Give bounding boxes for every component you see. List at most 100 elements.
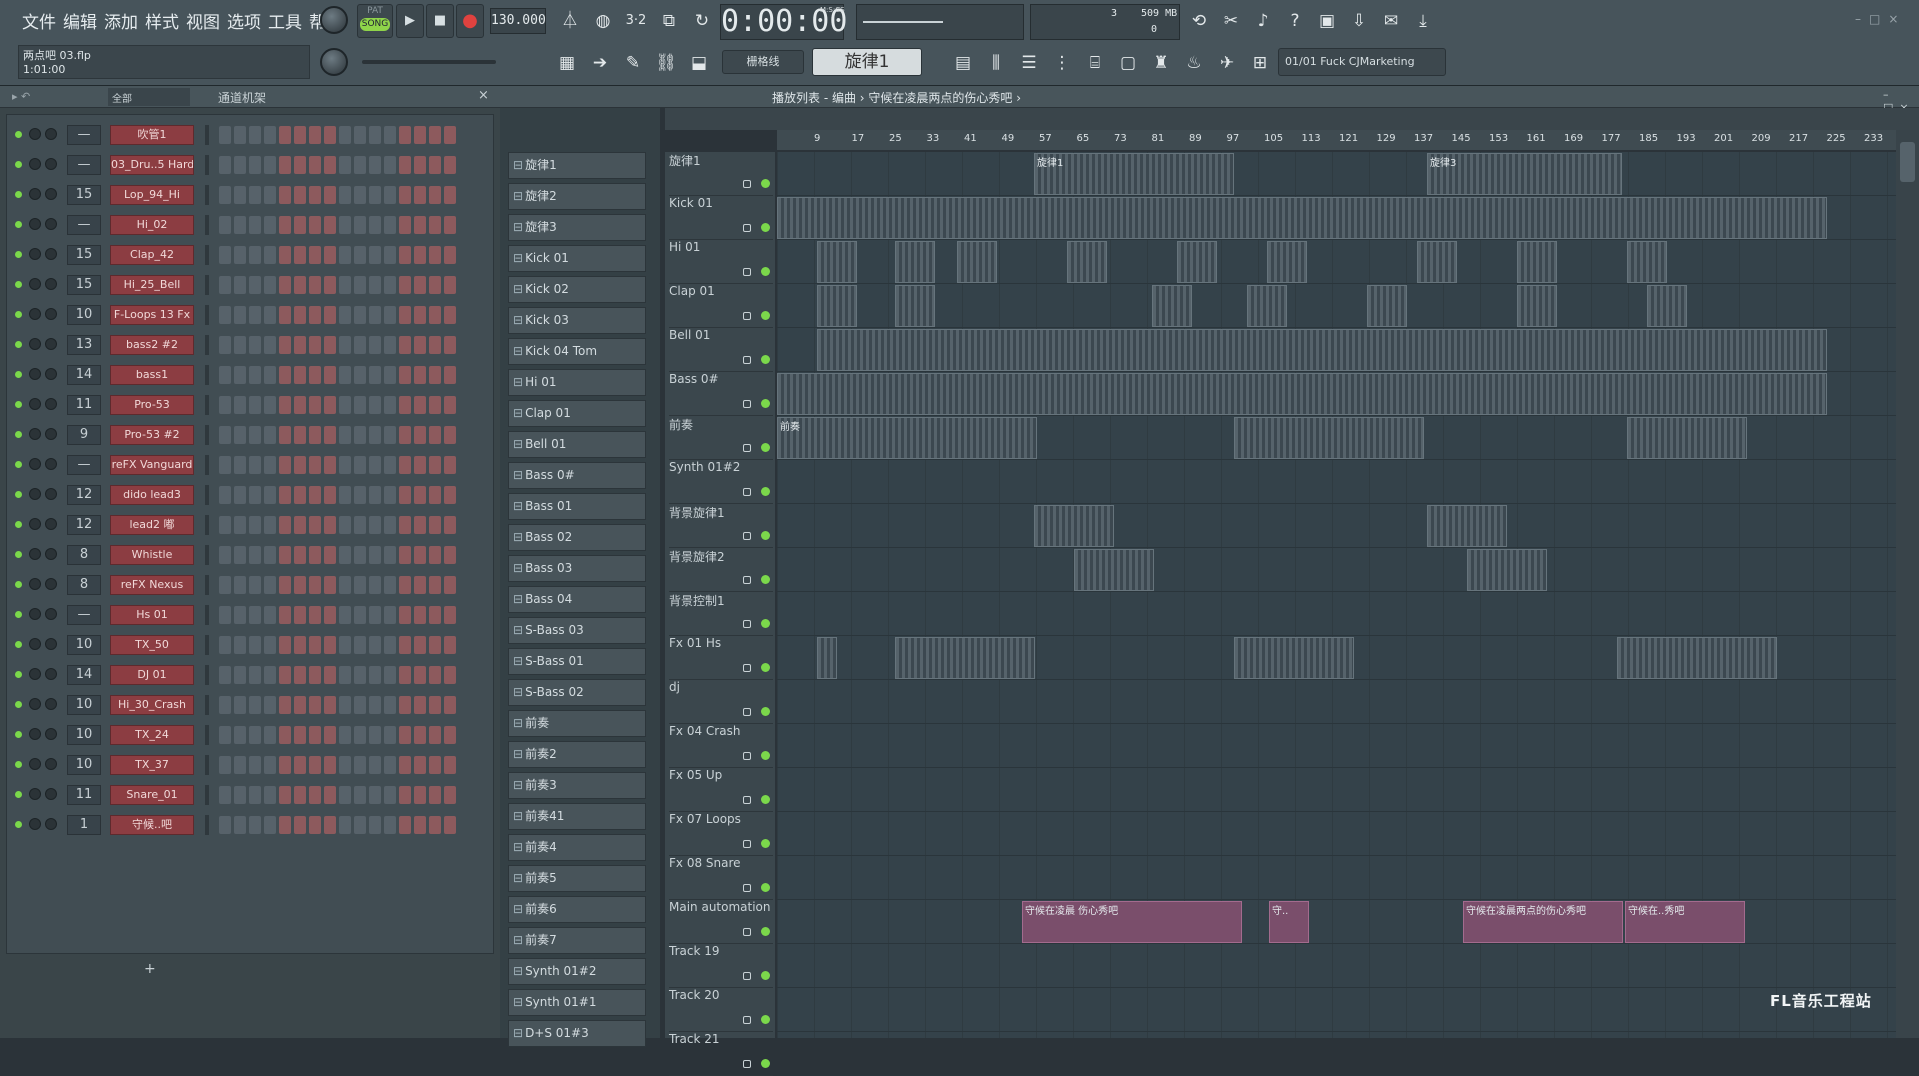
- step-button[interactable]: [264, 726, 276, 744]
- step-button[interactable]: [444, 126, 456, 144]
- step-button[interactable]: [234, 516, 246, 534]
- step-button[interactable]: [264, 276, 276, 294]
- mixer-track-number[interactable]: 8: [67, 545, 101, 565]
- lock-icon[interactable]: [743, 664, 751, 672]
- pattern-clip[interactable]: [777, 197, 1827, 239]
- pattern-clip[interactable]: [1267, 241, 1307, 283]
- mixer-track-number[interactable]: 10: [67, 695, 101, 715]
- step-button[interactable]: [414, 636, 426, 654]
- channel-select-bar[interactable]: [205, 155, 209, 175]
- track-enable-led[interactable]: [761, 795, 770, 804]
- step-button[interactable]: [339, 666, 351, 684]
- channel-enable-led[interactable]: [15, 581, 22, 588]
- step-button[interactable]: [444, 456, 456, 474]
- lock-icon[interactable]: [743, 268, 751, 276]
- step-button[interactable]: [324, 636, 336, 654]
- step-button[interactable]: [444, 546, 456, 564]
- pattern-clip[interactable]: [1417, 241, 1457, 283]
- step-button[interactable]: [234, 426, 246, 444]
- channel-volume-knob[interactable]: [45, 368, 57, 380]
- step-button[interactable]: [339, 396, 351, 414]
- step-button[interactable]: [309, 246, 321, 264]
- lock-icon[interactable]: [743, 488, 751, 496]
- channel-pan-knob[interactable]: [29, 218, 41, 230]
- track-lane[interactable]: [777, 768, 1896, 812]
- mixer-track-number[interactable]: —: [67, 125, 101, 145]
- step-button[interactable]: [324, 486, 336, 504]
- step-button[interactable]: [249, 366, 261, 384]
- track-enable-led[interactable]: [761, 355, 770, 364]
- channel-volume-knob[interactable]: [45, 788, 57, 800]
- step-button[interactable]: [444, 246, 456, 264]
- step-button[interactable]: [399, 486, 411, 504]
- step-button[interactable]: [249, 516, 261, 534]
- step-button[interactable]: [339, 186, 351, 204]
- step-button[interactable]: [444, 216, 456, 234]
- step-button[interactable]: [354, 276, 366, 294]
- step-button[interactable]: [339, 306, 351, 324]
- channel-pan-knob[interactable]: [29, 368, 41, 380]
- channel-row[interactable]: 11 Snare_01: [7, 783, 495, 807]
- step-button[interactable]: [339, 486, 351, 504]
- step-button[interactable]: [399, 306, 411, 324]
- channel-pan-knob[interactable]: [29, 188, 41, 200]
- channel-row[interactable]: — 吹管1: [7, 123, 495, 147]
- track-lane[interactable]: [777, 680, 1896, 724]
- step-button[interactable]: [309, 756, 321, 774]
- step-button[interactable]: [279, 696, 291, 714]
- pattern-clip[interactable]: [777, 373, 1827, 415]
- channel-select-bar[interactable]: [205, 785, 209, 805]
- step-button[interactable]: [309, 426, 321, 444]
- channel-row[interactable]: 15 Lop_94_Hi: [7, 183, 495, 207]
- step-button[interactable]: [399, 396, 411, 414]
- step-button[interactable]: [339, 516, 351, 534]
- mixer-track-number[interactable]: 15: [67, 245, 101, 265]
- channel-name-button[interactable]: Hi_25_Bell: [110, 275, 194, 295]
- step-button[interactable]: [234, 726, 246, 744]
- step-button[interactable]: [399, 186, 411, 204]
- step-button[interactable]: [294, 456, 306, 474]
- step-button[interactable]: [324, 516, 336, 534]
- step-button[interactable]: [354, 576, 366, 594]
- step-button[interactable]: [234, 186, 246, 204]
- step-button[interactable]: [399, 726, 411, 744]
- channel-pan-knob[interactable]: [29, 458, 41, 470]
- channel-row[interactable]: 10 TX_37: [7, 753, 495, 777]
- step-button[interactable]: [429, 186, 441, 204]
- step-button[interactable]: [249, 186, 261, 204]
- step-button[interactable]: [234, 396, 246, 414]
- menu-item[interactable]: 选项: [227, 8, 261, 33]
- step-button[interactable]: [399, 276, 411, 294]
- step-button[interactable]: [369, 516, 381, 534]
- step-button[interactable]: [354, 216, 366, 234]
- step-button[interactable]: [369, 156, 381, 174]
- track-enable-led[interactable]: [761, 267, 770, 276]
- channel-volume-knob[interactable]: [45, 548, 57, 560]
- channel-select-bar[interactable]: [205, 125, 209, 145]
- channel-row[interactable]: 15 Hi_25_Bell: [7, 273, 495, 297]
- step-button[interactable]: [294, 426, 306, 444]
- channel-enable-led[interactable]: [15, 311, 22, 318]
- track-header[interactable]: Fx 04 Crash: [669, 724, 773, 768]
- step-button[interactable]: [444, 516, 456, 534]
- step-button[interactable]: [309, 636, 321, 654]
- step-button[interactable]: [444, 366, 456, 384]
- step-button[interactable]: [444, 276, 456, 294]
- step-button[interactable]: [264, 216, 276, 234]
- step-button[interactable]: [309, 696, 321, 714]
- channel-select-bar[interactable]: [205, 575, 209, 595]
- pattern-item[interactable]: ⊟ 前奏41: [508, 803, 646, 830]
- track-header[interactable]: Fx 08 Snare: [669, 856, 773, 900]
- channel-enable-led[interactable]: [15, 251, 22, 258]
- mixer-track-number[interactable]: —: [67, 455, 101, 475]
- channel-name-button[interactable]: Whistle: [110, 545, 194, 565]
- channel-enable-led[interactable]: [15, 161, 22, 168]
- metronome-icon[interactable]: ⏃: [555, 6, 585, 36]
- step-button[interactable]: [384, 366, 396, 384]
- step-button[interactable]: [384, 426, 396, 444]
- step-button[interactable]: [384, 276, 396, 294]
- pattern-clip[interactable]: [817, 241, 857, 283]
- step-button[interactable]: [249, 696, 261, 714]
- channel-select-bar[interactable]: [205, 455, 209, 475]
- step-button[interactable]: [339, 786, 351, 804]
